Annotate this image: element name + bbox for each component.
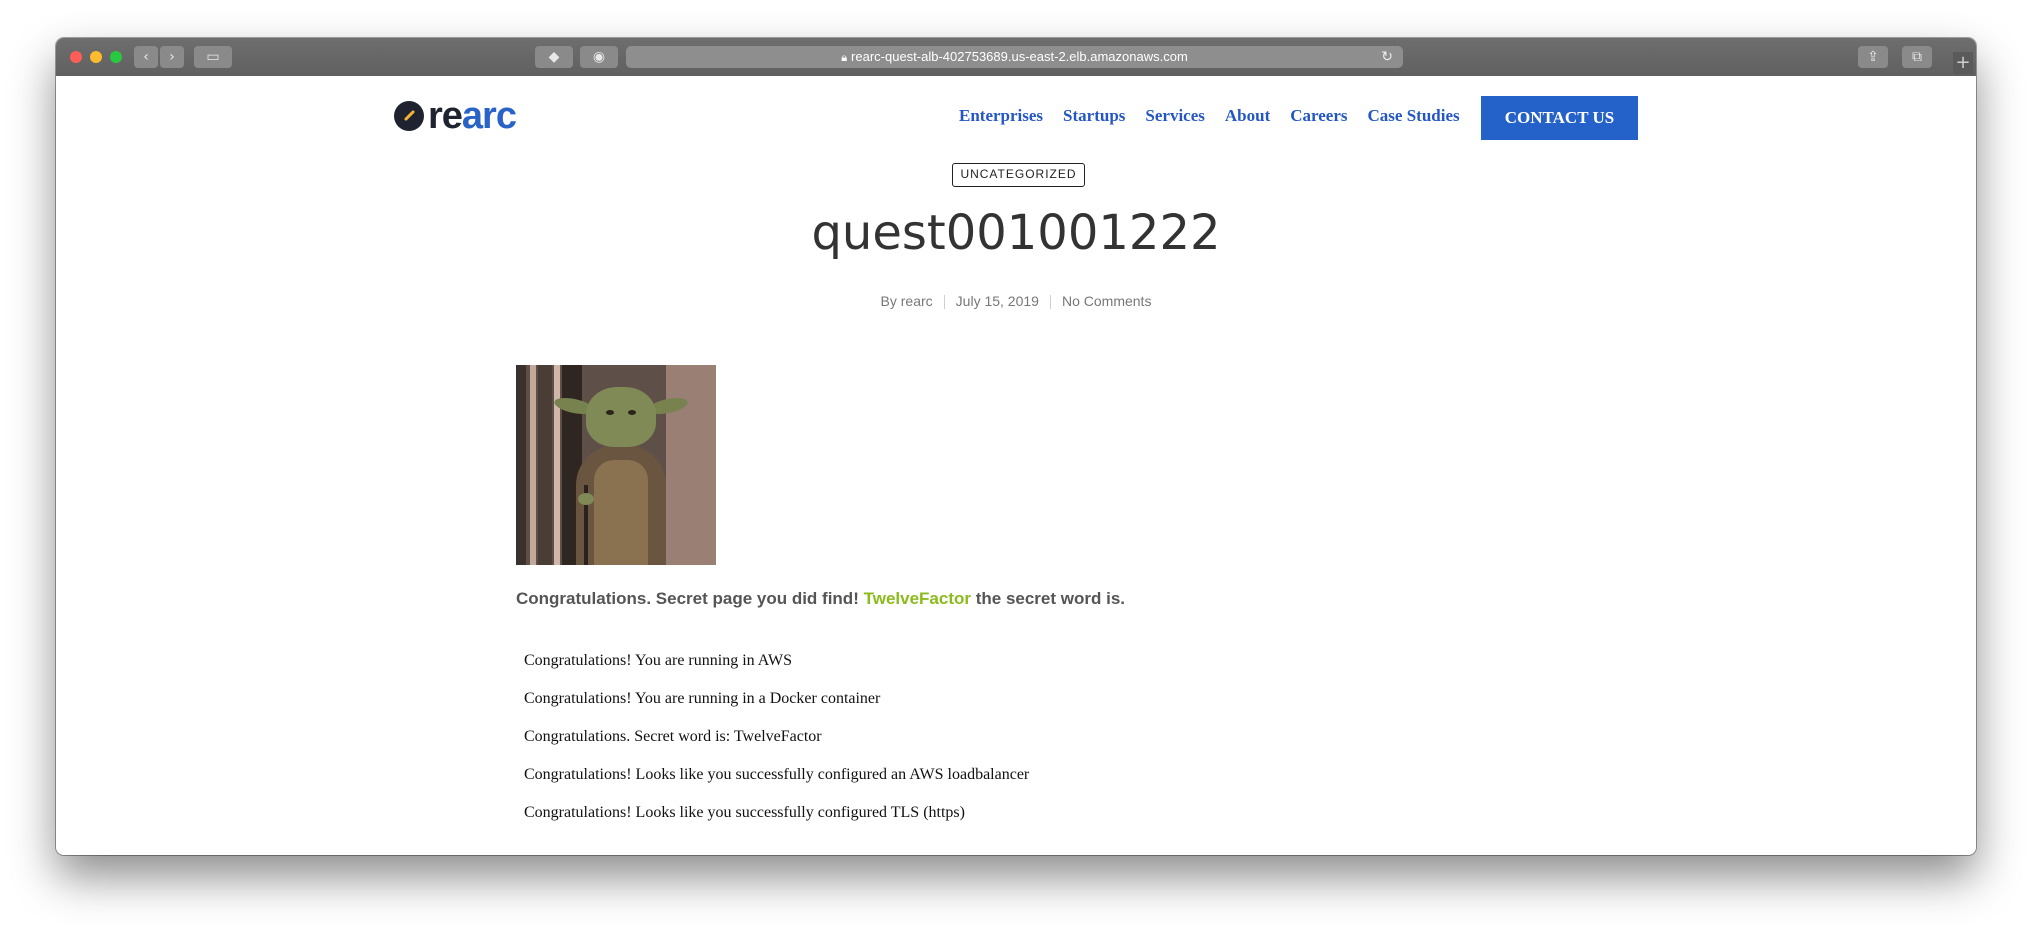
sidebar-toggle-button[interactable]: ▭ (194, 46, 232, 68)
share-icon: ⇪ (1867, 49, 1879, 65)
contact-us-button[interactable]: CONTACT US (1481, 96, 1638, 140)
meta-divider (1049, 295, 1051, 310)
secret-word: TwelveFactor (863, 589, 971, 608)
new-tab-button[interactable]: + (1953, 52, 1973, 74)
cube-icon: ◆ (548, 49, 560, 65)
post-author[interactable]: By rearc (881, 293, 933, 309)
site-logo[interactable]: rearc (394, 95, 517, 137)
back-button[interactable]: ‹ (134, 46, 158, 68)
browser-window: ‹ › ▭ ◆ ◉ 🔒︎ rearc-quest-alb-402753689.us… (56, 38, 1976, 855)
minimize-window-button[interactable] (90, 51, 102, 63)
browser-toolbar: ‹ › ▭ ◆ ◉ 🔒︎ rearc-quest-alb-402753689.us… (56, 38, 1976, 77)
category-badge[interactable]: UNCATEGORIZED (952, 163, 1085, 187)
main-navigation: Enterprises Startups Services About Care… (959, 104, 1480, 128)
nav-link-careers[interactable]: Careers (1290, 104, 1347, 128)
chevron-right-icon: › (169, 49, 175, 65)
meta-divider (943, 295, 945, 310)
sidebar-icon: ▭ (206, 49, 220, 65)
nav-link-case-studies[interactable]: Case Studies (1368, 104, 1460, 128)
post-date[interactable]: July 15, 2019 (956, 293, 1039, 309)
extension-button[interactable]: ◆ (535, 46, 573, 68)
zoom-window-button[interactable] (110, 51, 122, 63)
share-button[interactable]: ⇪ (1858, 46, 1888, 68)
post-meta: By rearc July 15, 2019 No Comments (56, 292, 1976, 310)
yoda-image (516, 365, 716, 565)
nav-link-services[interactable]: Services (1145, 104, 1204, 128)
check-item-aws: Congratulations! You are running in AWS (524, 652, 793, 669)
address-bar[interactable]: 🔒︎ rearc-quest-alb-402753689.us-east-2.el… (626, 46, 1403, 68)
password-icon: ◉ (592, 49, 606, 65)
lock-icon: 🔒︎ (841, 52, 848, 64)
rearc-logo-icon (394, 101, 424, 131)
nav-link-enterprises[interactable]: Enterprises (959, 104, 1043, 128)
post-title: quest001001222 (811, 205, 1221, 261)
post-comments[interactable]: No Comments (1062, 293, 1151, 309)
secret-suffix: the secret word is. (975, 589, 1125, 608)
check-item-docker: Congratulations! You are running in a Do… (524, 690, 881, 707)
check-item-secret-word: Congratulations. Secret word is: TwelveF… (524, 728, 822, 745)
secret-message: Congratulations. Secret page you did fin… (516, 588, 1125, 610)
password-manager-button[interactable]: ◉ (580, 46, 618, 68)
nav-link-about[interactable]: About (1225, 104, 1270, 128)
url-text: rearc-quest-alb-402753689.us-east-2.elb.… (851, 49, 1188, 64)
chevron-left-icon: ‹ (143, 49, 149, 65)
close-window-button[interactable] (70, 51, 82, 63)
web-page: rearc Enterprises Startups Services Abou… (56, 76, 1976, 855)
check-list: Congratulations! You are running in AWS … (524, 651, 1029, 841)
reload-icon[interactable]: ↻ (1381, 46, 1393, 68)
forward-button[interactable]: › (160, 46, 184, 68)
secret-prefix: Congratulations. Secret page you did fin… (516, 589, 859, 608)
tabs-icon: ⧉ (1912, 49, 1922, 65)
check-item-loadbalancer: Congratulations! Looks like you successf… (524, 766, 1030, 783)
check-item-tls: Congratulations! Looks like you successf… (524, 804, 965, 821)
nav-link-startups[interactable]: Startups (1063, 104, 1125, 128)
tabs-overview-button[interactable]: ⧉ (1902, 46, 1932, 68)
logo-wordmark: rearc (428, 95, 517, 137)
